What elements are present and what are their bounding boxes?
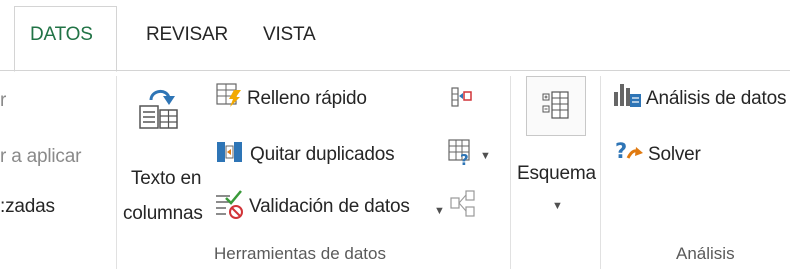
svg-text:?: ? (460, 151, 469, 166)
flash-fill-label: Relleno rápido (247, 88, 367, 109)
remove-duplicates-label: Quitar duplicados (250, 144, 395, 165)
tab-datos[interactable]: DATOS (30, 24, 93, 46)
what-if-analysis-icon[interactable]: ? (448, 138, 476, 166)
data-validation-dropdown-icon[interactable]: ▼ (434, 205, 445, 217)
outline-dropdown-icon: ▼ (552, 200, 563, 212)
data-analysis-icon (614, 84, 641, 107)
ribbon-top-border (0, 70, 790, 71)
data-analysis-label: Análisis de datos (646, 88, 787, 109)
consolidate-icon[interactable] (450, 86, 472, 108)
text-to-columns-label-2: columnas (123, 203, 203, 224)
remove-duplicates-icon (217, 142, 242, 162)
solver-label: Solver (648, 144, 701, 165)
relationships-icon[interactable] (450, 190, 476, 218)
herramientas-group-label: Herramientas de datos (214, 244, 386, 263)
group-separator (116, 76, 117, 269)
data-validation-label: Validación de datos (249, 196, 410, 217)
outline-label: Esquema (517, 163, 596, 184)
outline-icon (542, 91, 569, 119)
reapply-partial-label[interactable]: r a aplicar (0, 146, 81, 168)
tab-revisar[interactable]: REVISAR (146, 24, 228, 46)
advanced-partial-label[interactable]: :zadas (0, 196, 55, 218)
solver-icon: ? (615, 139, 643, 163)
flash-fill-icon (216, 83, 241, 107)
group-separator (600, 76, 601, 269)
svg-text:?: ? (615, 139, 627, 163)
analisis-group-label: Análisis (676, 244, 735, 263)
tab-vista[interactable]: VISTA (263, 24, 316, 46)
text-to-columns-label-1: Texto en (131, 168, 202, 189)
text-to-columns-icon (139, 90, 178, 129)
group-separator (510, 76, 511, 269)
filter-partial-label[interactable]: r (0, 90, 6, 112)
data-validation-icon (216, 190, 243, 219)
what-if-dropdown-icon[interactable]: ▼ (480, 150, 491, 162)
